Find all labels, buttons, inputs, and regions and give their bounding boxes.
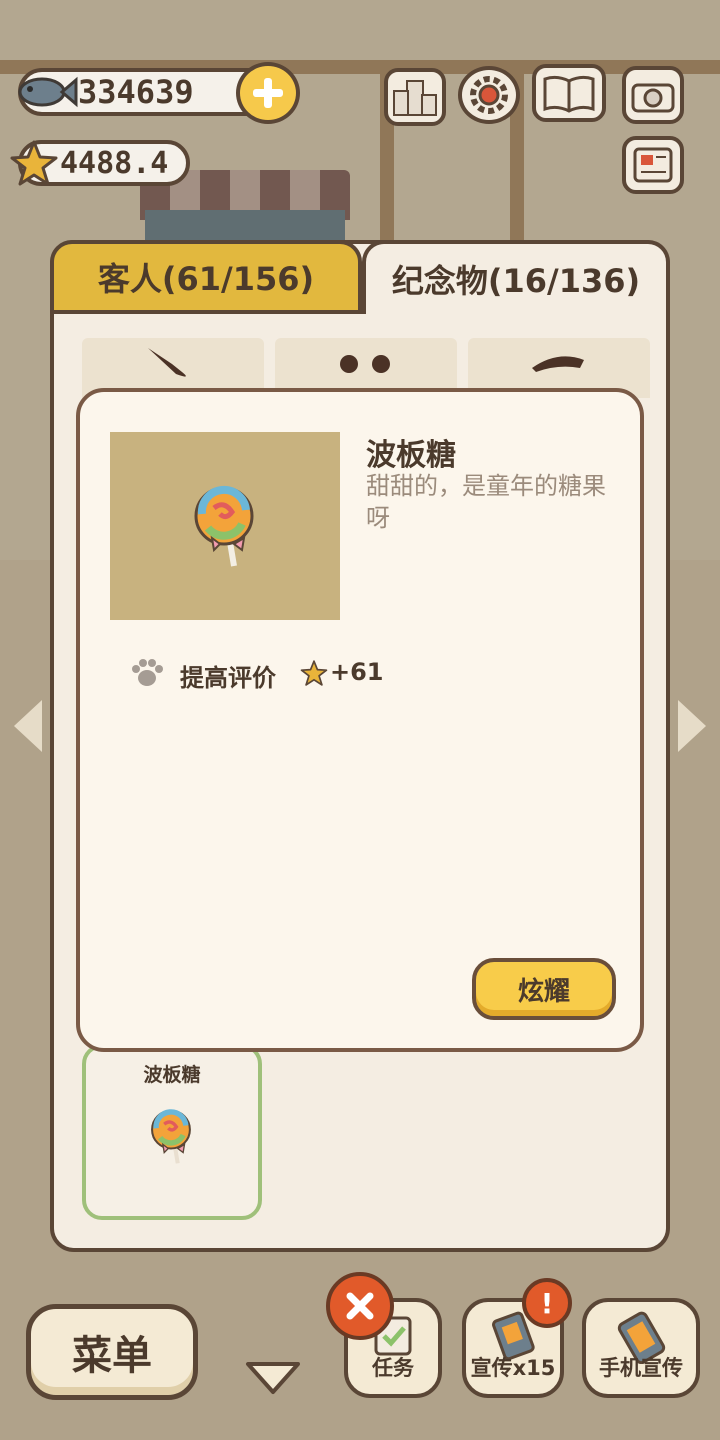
menu-button[interactable]: 菜单 — [26, 1304, 198, 1400]
close-icon — [346, 1292, 374, 1320]
plus-icon — [253, 78, 283, 108]
notification-badge: ! — [522, 1278, 572, 1328]
lollipop-icon — [151, 1109, 191, 1164]
tasks-label: 任务 — [372, 1356, 414, 1380]
tab-guests[interactable]: 客人(61/156) — [50, 240, 362, 314]
promote-label: 宣传x15 — [470, 1356, 556, 1380]
add-currency-button[interactable] — [236, 62, 300, 124]
chevron-down-icon[interactable] — [244, 1358, 302, 1396]
souvenir-card-label: 波板糖 — [143, 1064, 201, 1086]
camera-button[interactable] — [622, 66, 684, 124]
item-name: 波板糖 — [366, 438, 456, 473]
tab-guests-label: 客人(61/156) — [97, 260, 315, 298]
star-icon — [10, 140, 58, 186]
settings-button[interactable] — [458, 66, 520, 124]
ranking-button[interactable] — [384, 68, 446, 126]
effect-value: +61 — [330, 658, 384, 686]
paw-icon — [132, 659, 163, 686]
settings-icon — [470, 76, 508, 114]
camera-icon — [631, 83, 675, 113]
phone-promote-button[interactable]: 手机宣传 — [582, 1298, 700, 1398]
souvenir-card[interactable]: 波板糖 — [82, 1044, 262, 1220]
book-icon — [543, 75, 595, 113]
newspaper-icon — [633, 147, 673, 183]
next-page-arrow[interactable] — [678, 700, 706, 752]
show-off-button[interactable]: 炫耀 — [472, 958, 616, 1020]
show-off-label: 炫耀 — [517, 976, 570, 1007]
tab-souvenirs-label: 纪念物(16/136) — [391, 262, 641, 300]
item-description: 甜甜的，是童年的糖果呀 — [366, 472, 606, 532]
prev-page-arrow[interactable] — [14, 700, 42, 752]
close-button[interactable] — [326, 1272, 394, 1340]
fish-count: 334639 — [78, 73, 194, 111]
star-count: 4488.4 — [60, 145, 169, 181]
effect-label: 提高评价 — [180, 664, 276, 692]
phone-promote-label: 手机宣传 — [599, 1356, 683, 1380]
tab-souvenirs[interactable]: 纪念物(16/136) — [362, 240, 670, 314]
ranking-icon — [393, 80, 437, 116]
star-icon — [300, 660, 328, 686]
menu-label: 菜单 — [72, 1333, 152, 1379]
alert-mark: ! — [540, 1286, 554, 1320]
guidebook-button[interactable] — [532, 64, 606, 122]
news-button[interactable] — [622, 136, 684, 194]
lollipop-icon — [194, 485, 254, 567]
fish-icon — [18, 76, 78, 108]
